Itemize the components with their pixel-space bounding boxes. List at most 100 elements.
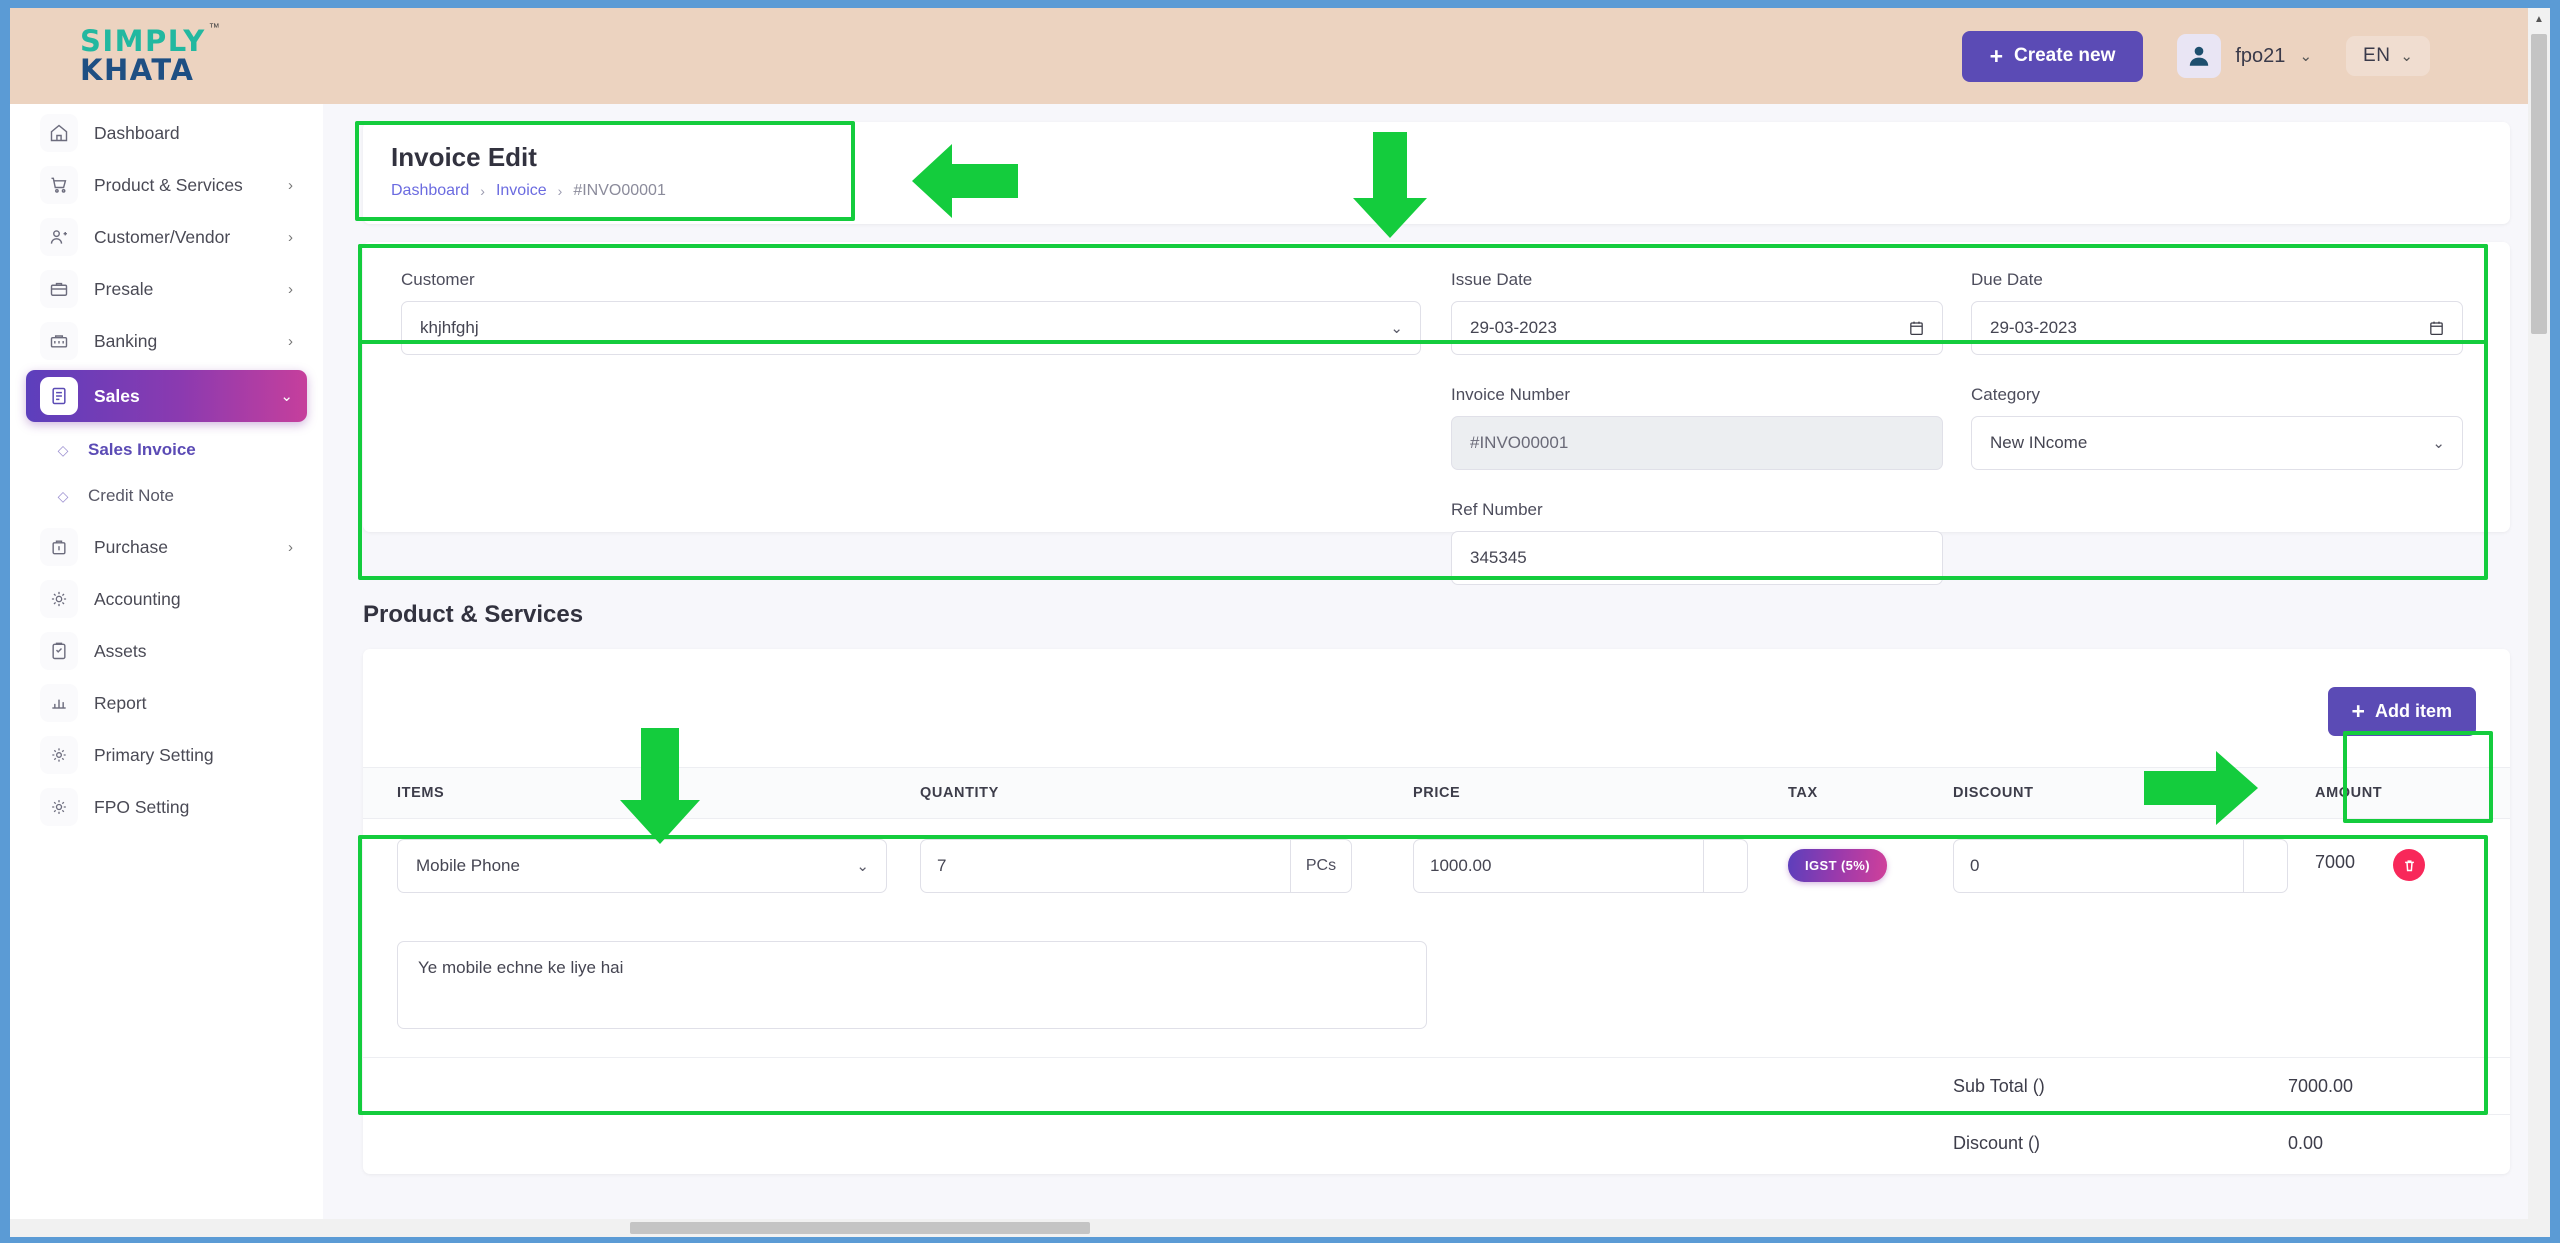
table-row: ⌄ PCs IGST (5%) 7000 bbox=[363, 819, 2510, 915]
logo-text-simply: SIMPLY bbox=[80, 24, 206, 58]
discount-total-row: Discount () 0.00 bbox=[363, 1114, 2510, 1171]
gear-icon bbox=[40, 580, 78, 618]
horizontal-scrollbar[interactable] bbox=[10, 1219, 2550, 1237]
subtotal-row: Sub Total () 7000.00 bbox=[363, 1057, 2510, 1114]
discount-input[interactable] bbox=[1953, 839, 2243, 893]
discount-total-label: Discount () bbox=[1953, 1132, 2041, 1153]
due-date-input[interactable] bbox=[1971, 301, 2463, 355]
sidebar-item-fpo-setting[interactable]: FPO Setting bbox=[26, 784, 307, 830]
breadcrumb-item-invoice[interactable]: Invoice bbox=[496, 182, 547, 200]
sidebar-item-customer-vendor[interactable]: Customer/Vendor › bbox=[26, 214, 307, 260]
quantity-input[interactable] bbox=[920, 839, 1290, 893]
sidebar-label: Purchase bbox=[94, 536, 168, 557]
discount-cell bbox=[1953, 839, 2288, 893]
invoice-number-field-group: Invoice Number bbox=[1451, 385, 1943, 470]
bank-icon bbox=[40, 322, 78, 360]
sidebar-item-report[interactable]: Report bbox=[26, 680, 307, 726]
ref-number-input[interactable] bbox=[1451, 531, 1943, 585]
customer-label: Customer bbox=[401, 270, 475, 289]
quantity-cell: PCs bbox=[920, 839, 1352, 893]
chevron-right-icon: › bbox=[288, 228, 293, 246]
chevron-down-icon: ⌄ bbox=[2400, 48, 2413, 65]
subtotal-label: Sub Total () bbox=[1953, 1075, 2045, 1096]
top-header-bar: SIMPLY KHATA ™ + Create new fpo21 ⌄ EN ⌄ bbox=[10, 8, 2550, 104]
chevron-down-icon: ⌄ bbox=[280, 388, 293, 405]
ref-number-field-group: Ref Number bbox=[1451, 500, 1943, 585]
clipboard-icon bbox=[40, 632, 78, 670]
user-name-label: fpo21 bbox=[2235, 44, 2286, 67]
create-new-label: Create new bbox=[2014, 45, 2116, 66]
user-icon bbox=[2190, 46, 2209, 66]
sidebar-item-sales[interactable]: Sales ⌄ bbox=[26, 370, 307, 422]
customer-field-group: Customer ⌄ bbox=[401, 270, 1421, 355]
sidebar-item-primary-setting[interactable]: Primary Setting bbox=[26, 732, 307, 778]
column-header-discount: DISCOUNT bbox=[1953, 785, 2034, 801]
sidebar-item-dashboard[interactable]: Dashboard bbox=[26, 110, 307, 156]
plus-icon: + bbox=[2351, 698, 2365, 724]
item-select-cell: ⌄ bbox=[397, 839, 887, 893]
invoice-details-card: Customer ⌄ Issue Date Due Date bbox=[363, 242, 2510, 585]
breadcrumb-item-dashboard[interactable]: Dashboard bbox=[391, 182, 469, 200]
sidebar-label: FPO Setting bbox=[94, 796, 190, 817]
chevron-right-icon: › bbox=[288, 280, 293, 298]
sidebar-sub-label: Sales Invoice bbox=[88, 440, 196, 459]
invoice-icon bbox=[40, 377, 78, 415]
chevron-right-icon: › bbox=[288, 332, 293, 350]
sidebar-label: Sales bbox=[94, 385, 140, 406]
horizontal-scroll-thumb[interactable] bbox=[630, 1222, 1090, 1234]
column-header-amount: AMOUNT bbox=[2315, 785, 2383, 801]
briefcase-icon bbox=[40, 270, 78, 308]
diamond-bullet-icon: ◇ bbox=[57, 441, 69, 458]
main-content: Invoice Edit Dashboard › Invoice › #INVO… bbox=[323, 104, 2550, 1237]
due-date-label: Due Date bbox=[1971, 270, 2043, 289]
amount-value: 7000 bbox=[2315, 852, 2356, 872]
vertical-scroll-thumb[interactable] bbox=[2531, 34, 2547, 334]
column-header-price: PRICE bbox=[1413, 785, 1461, 801]
status-badge[interactable]: IGST (5%) bbox=[1788, 849, 1887, 882]
app-logo[interactable]: SIMPLY KHATA ™ bbox=[80, 23, 220, 87]
language-label: EN bbox=[2363, 45, 2391, 66]
sidebar-item-product-services[interactable]: Product & Services › bbox=[26, 162, 307, 208]
sidebar-sub-label: Credit Note bbox=[88, 486, 174, 505]
create-new-button[interactable]: + Create new bbox=[1961, 30, 2144, 82]
category-select[interactable] bbox=[1971, 416, 2463, 470]
user-menu[interactable]: fpo21 ⌄ bbox=[2177, 34, 2312, 78]
delete-row-button[interactable] bbox=[2393, 849, 2425, 881]
sidebar-item-presale[interactable]: Presale › bbox=[26, 266, 307, 312]
category-label: Category bbox=[1971, 385, 2040, 404]
discount-total-value: 0.00 bbox=[2288, 1132, 2324, 1153]
category-field-group: Category ⌄ bbox=[1971, 385, 2463, 470]
price-cell bbox=[1413, 839, 1748, 893]
home-icon bbox=[40, 114, 78, 152]
breadcrumb: Dashboard › Invoice › #INVO00001 bbox=[391, 182, 2482, 200]
issue-date-input[interactable] bbox=[1451, 301, 1943, 355]
item-description-textarea[interactable]: Ye mobile echne ke liye hai bbox=[397, 941, 1427, 1029]
sidebar-item-accounting[interactable]: Accounting bbox=[26, 576, 307, 622]
language-selector[interactable]: EN ⌄ bbox=[2346, 36, 2430, 76]
customer-select[interactable] bbox=[401, 301, 1421, 355]
scroll-up-arrow-icon[interactable]: ▲ bbox=[2528, 8, 2550, 30]
sidebar-item-assets[interactable]: Assets bbox=[26, 628, 307, 674]
logo-text-khata: KHATA bbox=[80, 53, 195, 87]
column-header-quantity: QUANTITY bbox=[920, 785, 999, 801]
sidebar-label: Banking bbox=[94, 330, 158, 351]
sidebar-item-banking[interactable]: Banking › bbox=[26, 318, 307, 364]
sidebar-item-purchase[interactable]: Purchase › bbox=[26, 524, 307, 570]
column-header-items: ITEMS bbox=[397, 785, 445, 801]
sidebar-item-credit-note[interactable]: ◇ Credit Note bbox=[52, 474, 307, 518]
user-add-icon bbox=[40, 218, 78, 256]
item-select[interactable] bbox=[397, 839, 887, 893]
sidebar-label: Dashboard bbox=[94, 122, 180, 143]
add-item-label: Add item bbox=[2374, 701, 2452, 721]
diamond-bullet-icon: ◇ bbox=[57, 487, 69, 504]
discount-suffix bbox=[2243, 839, 2288, 893]
vertical-scrollbar[interactable]: ▲ ▼ bbox=[2528, 8, 2550, 1237]
add-item-button[interactable]: + Add item bbox=[2327, 687, 2476, 736]
price-input[interactable] bbox=[1413, 839, 1703, 893]
cog-icon bbox=[40, 788, 78, 826]
plus-icon: + bbox=[1989, 42, 2003, 69]
sidebar-item-sales-invoice[interactable]: ◇ Sales Invoice bbox=[52, 428, 307, 472]
avatar bbox=[2177, 34, 2222, 78]
chevron-down-icon: ⌄ bbox=[2299, 48, 2313, 65]
column-header-tax: TAX bbox=[1788, 785, 1818, 801]
